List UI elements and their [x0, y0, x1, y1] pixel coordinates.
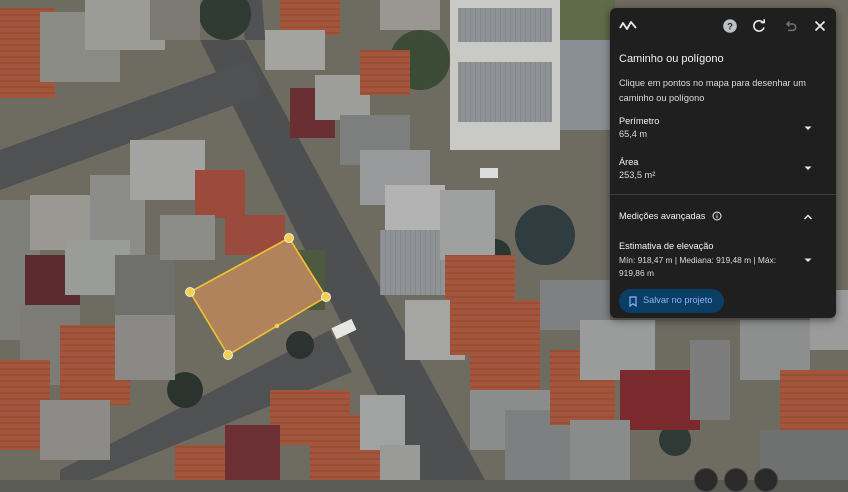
close-icon[interactable] — [812, 18, 828, 34]
map-control-button[interactable] — [724, 468, 748, 492]
save-to-project-button[interactable]: Salvar no projeto — [619, 289, 724, 313]
polygon-vertex[interactable] — [185, 287, 195, 297]
bookmark-icon — [629, 296, 637, 307]
area-label: Área — [619, 157, 639, 167]
undo-icon[interactable] — [782, 18, 798, 34]
map-control-button[interactable] — [694, 468, 718, 492]
polygon-vertex[interactable] — [321, 292, 331, 302]
help-icon[interactable]: ? — [722, 18, 738, 34]
perimeter-value: 65,4 m — [619, 129, 648, 139]
area-unit-dropdown-icon[interactable] — [803, 164, 813, 172]
area-value: 253,5 m² — [619, 170, 656, 180]
elevation-unit-dropdown-icon[interactable] — [803, 256, 813, 264]
perimeter-label: Perímetro — [619, 116, 660, 126]
map-control-button[interactable] — [754, 468, 778, 492]
polygon-midpoint[interactable] — [274, 323, 280, 329]
elevation-label: Estimativa de elevação — [619, 241, 714, 251]
perimeter-unit-dropdown-icon[interactable] — [803, 124, 813, 132]
elevation-stats: Mín: 918,47 m | Mediana: 919,48 m | Máx:… — [619, 255, 777, 278]
polygon-vertex[interactable] — [223, 350, 233, 360]
polygon-vertex[interactable] — [284, 233, 294, 243]
measure-panel: ? Caminho ou polígono Clique em pontos n… — [610, 8, 836, 318]
svg-text:?: ? — [727, 22, 733, 33]
panel-divider — [610, 194, 836, 195]
reload-icon[interactable] — [751, 18, 767, 34]
panel-title: Caminho ou polígono — [619, 53, 724, 65]
ruler-icon — [619, 21, 637, 30]
advanced-measurements-toggle[interactable]: Medições avançadas — [619, 211, 705, 221]
info-icon[interactable] — [712, 211, 722, 221]
save-to-project-label: Salvar no projeto — [643, 295, 713, 305]
collapse-chevron-up-icon[interactable] — [803, 213, 813, 221]
panel-toolbar: ? — [610, 8, 836, 44]
panel-instruction: Clique em pontos no mapa para desenhar u… — [619, 78, 806, 103]
